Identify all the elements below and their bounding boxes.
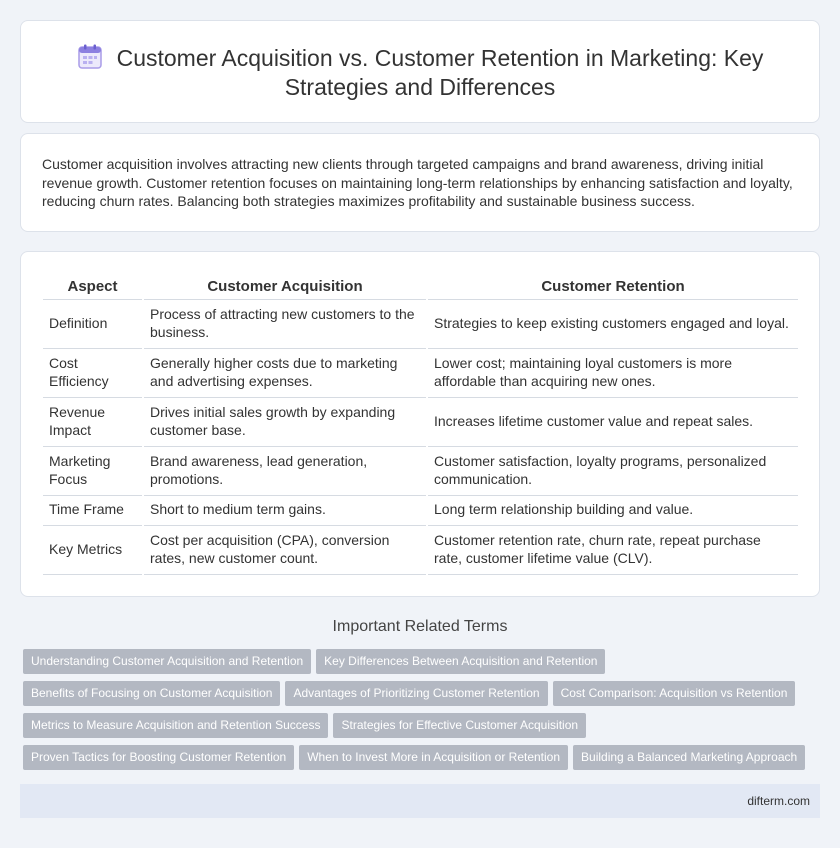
footer-site-link[interactable]: difterm.com	[747, 794, 810, 808]
table-row: Definition Process of attracting new cus…	[43, 299, 798, 349]
related-term-link[interactable]: Understanding Customer Acquisition and R…	[23, 649, 312, 674]
related-term-link[interactable]: Key Differences Between Acquisition and …	[316, 649, 606, 674]
acquisition-cell: Short to medium term gains.	[142, 495, 427, 526]
acquisition-cell: Process of attracting new customers to t…	[142, 299, 427, 349]
related-term-link[interactable]: Proven Tactics for Boosting Customer Ret…	[23, 745, 295, 770]
intro-text: Customer acquisition involves attracting…	[42, 156, 793, 209]
title-card: Customer Acquisition vs. Customer Retent…	[20, 20, 820, 123]
acquisition-cell: Generally higher costs due to marketing …	[142, 348, 427, 398]
table-card: Aspect Customer Acquisition Customer Ret…	[20, 251, 820, 597]
retention-cell: Long term relationship building and valu…	[426, 495, 798, 526]
aspect-cell: Key Metrics	[43, 525, 143, 575]
related-term-link[interactable]: Cost Comparison: Acquisition vs Retentio…	[552, 681, 796, 706]
aspect-cell: Cost Efficiency	[43, 348, 143, 398]
aspect-cell: Revenue Impact	[43, 397, 143, 447]
page-title: Customer Acquisition vs. Customer Retent…	[21, 44, 819, 102]
retention-cell: Increases lifetime customer value and re…	[426, 397, 798, 447]
retention-cell: Lower cost; maintaining loyal customers …	[426, 348, 798, 398]
comparison-table: Aspect Customer Acquisition Customer Ret…	[43, 276, 798, 575]
table-header-row: Aspect Customer Acquisition Customer Ret…	[43, 276, 798, 300]
related-term-link[interactable]: Benefits of Focusing on Customer Acquisi…	[23, 681, 281, 706]
retention-cell: Customer retention rate, churn rate, rep…	[426, 525, 798, 575]
acquisition-cell: Brand awareness, lead generation, promot…	[142, 446, 427, 496]
related-term-link[interactable]: Building a Balanced Marketing Approach	[573, 745, 806, 770]
header-retention: Customer Retention	[426, 276, 798, 300]
page-title-text: Customer Acquisition vs. Customer Retent…	[116, 45, 764, 100]
retention-cell: Customer satisfaction, loyalty programs,…	[426, 446, 798, 496]
aspect-cell: Definition	[43, 299, 143, 349]
related-term-link[interactable]: Metrics to Measure Acquisition and Reten…	[23, 713, 329, 738]
related-term-link[interactable]: Strategies for Effective Customer Acquis…	[333, 713, 587, 738]
aspect-cell: Time Frame	[43, 495, 143, 526]
acquisition-cell: Drives initial sales growth by expanding…	[142, 397, 427, 447]
retention-cell: Strategies to keep existing customers en…	[426, 299, 798, 349]
related-term-link[interactable]: When to Invest More in Acquisition or Re…	[299, 745, 569, 770]
header-acquisition: Customer Acquisition	[142, 276, 427, 300]
related-terms-title: Important Related Terms	[332, 618, 508, 635]
intro-card: Customer acquisition involves attracting…	[20, 133, 820, 232]
acquisition-cell: Cost per acquisition (CPA), conversion r…	[142, 525, 427, 575]
related-terms-list: Understanding Customer Acquisition and R…	[23, 649, 823, 777]
related-term-link[interactable]: Advantages of Prioritizing Customer Rete…	[285, 681, 548, 706]
document-icon	[77, 44, 102, 69]
table-row: Revenue Impact Drives initial sales grow…	[43, 397, 798, 447]
footer: difterm.com	[20, 784, 820, 818]
table-row: Time Frame Short to medium term gains. L…	[43, 495, 798, 526]
table-row: Cost Efficiency Generally higher costs d…	[43, 348, 798, 398]
table-row: Key Metrics Cost per acquisition (CPA), …	[43, 525, 798, 575]
table-row: Marketing Focus Brand awareness, lead ge…	[43, 446, 798, 496]
aspect-cell: Marketing Focus	[43, 446, 143, 496]
header-aspect: Aspect	[43, 276, 143, 300]
